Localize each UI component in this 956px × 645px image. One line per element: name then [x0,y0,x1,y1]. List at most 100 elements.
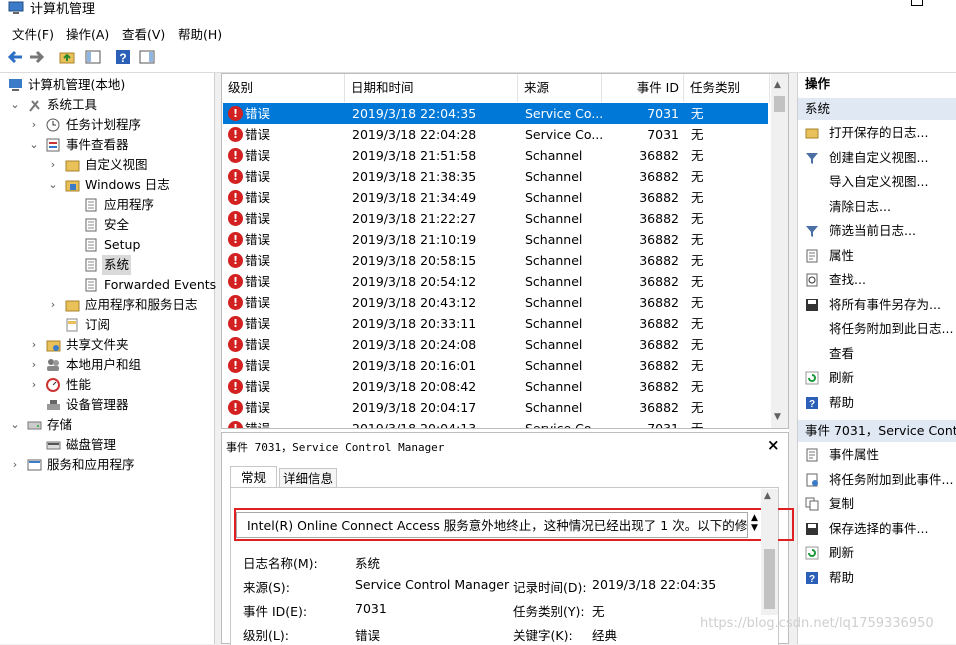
row-source: Schannel [525,337,583,352]
scroll-thumb[interactable] [774,96,785,112]
table-row[interactable]: ! 错误 2019/3/18 20:16:01 Schannel 36882 无 [223,355,769,376]
action-label: 导入自定义视图... [829,174,929,189]
expand-chevron-icon[interactable]: › [29,335,39,355]
action-item[interactable]: 事件属性 [798,445,956,465]
action-item[interactable]: 清除日志... [798,197,956,217]
scroll-thumb[interactable] [764,549,775,609]
collapse-chevron-icon[interactable]: ⌄ [10,415,20,435]
message-scrollbar[interactable]: ▲ [761,489,778,615]
row-task-category: 无 [691,232,704,247]
table-row[interactable]: ! 错误 2019/3/18 20:43:12 Schannel 36882 无 [223,292,769,313]
actions-section-event[interactable]: 事件 7031，Service Contr... [798,420,956,442]
properties-icon [806,448,818,462]
column-header-level[interactable]: 级别 [222,74,345,102]
action-item[interactable]: 属性 [798,246,956,266]
expand-chevron-icon[interactable]: › [48,295,58,315]
table-row[interactable]: ! 错误 2019/3/18 20:08:42 Schannel 36882 无 [223,376,769,397]
table-row[interactable]: ! 错误 2019/3/18 20:24:08 Schannel 36882 无 [223,334,769,355]
logged-label: 记录时间(D): [513,580,587,595]
row-datetime: 2019/3/18 21:10:19 [352,232,477,247]
table-row[interactable]: ! 错误 2019/3/18 21:38:35 Schannel 36882 无 [223,166,769,187]
row-task-category: 无 [691,274,704,289]
action-item[interactable]: 将任务附加到此日志... [798,319,956,339]
maximize-button[interactable] [911,0,923,6]
disk-icon [46,441,61,450]
expand-chevron-icon[interactable]: › [29,375,39,395]
action-label: 打开保存的日志... [829,125,929,140]
row-event-id: 36882 [639,232,679,247]
actions-section-system[interactable]: 系统 [798,98,956,120]
action-item[interactable]: 导入自定义视图... [798,172,956,192]
column-header-event-id[interactable]: 事件 ID [602,74,684,102]
menu-help[interactable]: 帮助(H) [178,24,222,43]
event-detail-title: 事件 7031，Service Control Manager [226,441,445,454]
event-list: 级别 日期和时间 来源 事件 ID 任务类别 ! 错误 2019/3/18 22:0… [221,73,789,429]
expand-chevron-icon[interactable]: › [10,455,20,475]
menu-action[interactable]: 操作(A) [66,24,109,43]
action-item[interactable]: 查看 [798,344,956,364]
forward-arrow-icon[interactable] [28,48,46,66]
action-item[interactable]: ? 帮助 [798,393,956,413]
action-item[interactable]: 打开保存的日志... [798,123,956,143]
message-spin-icon[interactable]: ▲ ▼ [751,513,758,533]
table-row[interactable]: ! 错误 2019/3/18 20:33:11 Schannel 36882 无 [223,313,769,334]
action-item[interactable]: 创建自定义视图... [798,148,956,168]
column-header-source[interactable]: 来源 [518,74,602,102]
action-item[interactable]: 将任务附加到此事件... [798,470,956,490]
action-item[interactable]: 复制 [798,494,956,514]
close-icon[interactable]: × [767,436,780,454]
row-datetime: 2019/3/18 20:24:08 [352,337,477,352]
action-item[interactable]: ? 帮助 [798,568,956,588]
back-arrow-icon[interactable] [6,48,24,66]
error-icon: ! [228,253,243,268]
column-header-task-category[interactable]: 任务类别 [684,74,770,102]
watermark-url: https://blog.csdn.net/lq1759336950 [700,616,934,631]
up-folder-icon[interactable] [58,48,76,66]
folder-open-icon [805,128,819,139]
table-row[interactable]: ! 错误 2019/3/18 22:04:35 Service Co... 7031 无 [223,103,768,124]
action-item[interactable]: 查找... [798,270,956,290]
scroll-down-arrow-icon[interactable]: ▼ [774,412,781,422]
collapse-chevron-icon[interactable]: ⌄ [48,175,58,195]
table-row[interactable]: ! 错误 2019/3/18 21:51:58 Schannel 36882 无 [223,145,769,166]
table-row[interactable]: ! 错误 2019/3/18 20:58:15 Schannel 36882 无 [223,250,769,271]
column-header-datetime[interactable]: 日期和时间 [345,74,518,102]
action-item[interactable]: 筛选当前日志... [798,221,956,241]
center-pane: 级别 日期和时间 来源 事件 ID 任务类别 ! 错误 2019/3/18 22:0… [221,73,794,645]
event-list-scrollbar[interactable]: ▲ ▼ [771,74,788,428]
log-icon [85,238,97,252]
row-level: 错误 [245,316,271,331]
row-task-category: 无 [691,316,704,331]
help-icon[interactable]: ? [114,48,132,66]
action-item[interactable]: 保存选择的事件... [798,519,956,539]
table-row[interactable]: ! 错误 2019/3/18 21:34:49 Schannel 36882 无 [223,187,769,208]
action-item[interactable]: 刷新 [798,543,956,563]
row-level: 错误 [245,274,271,289]
collapse-chevron-icon[interactable]: ⌄ [29,135,39,155]
row-level: 错误 [245,421,271,429]
row-source: Schannel [525,358,583,373]
scroll-up-arrow-icon[interactable]: ▲ [774,80,781,90]
table-row[interactable]: ! 错误 2019/3/18 20:04:13 Service Co... 7031 无 [223,418,769,429]
error-icon: ! [228,148,243,163]
table-row[interactable]: ! 错误 2019/3/18 22:04:28 Service Co... 7031 无 [223,124,769,145]
table-row[interactable]: ! 错误 2019/3/18 21:10:19 Schannel 36882 无 [223,229,769,250]
collapse-chevron-icon[interactable]: ⌄ [10,95,20,115]
show-hide-tree-icon[interactable] [84,48,102,66]
expand-chevron-icon[interactable]: › [29,115,39,135]
action-item[interactable]: 将所有事件另存为... [798,295,956,315]
action-item[interactable]: 刷新 [798,368,956,388]
tab-general[interactable]: 常规 [230,466,277,488]
table-row[interactable]: ! 错误 2019/3/18 20:54:12 Schannel 36882 无 [223,271,769,292]
menu-file[interactable]: 文件(F) [12,24,54,43]
expand-chevron-icon[interactable]: › [48,155,58,175]
show-hide-action-pane-icon[interactable] [138,48,156,66]
shared-folder-icon [46,340,61,352]
table-row[interactable]: ! 错误 2019/3/18 21:22:27 Schannel 36882 无 [223,208,769,229]
table-row[interactable]: ! 错误 2019/3/18 20:04:17 Schannel 36882 无 [223,397,769,418]
expand-chevron-icon[interactable]: › [29,355,39,375]
level-value: 错误 [355,628,381,643]
menu-view[interactable]: 查看(V) [122,24,165,43]
scroll-up-arrow-icon[interactable]: ▲ [764,491,771,501]
tab-details[interactable]: 详细信息 [279,468,337,488]
